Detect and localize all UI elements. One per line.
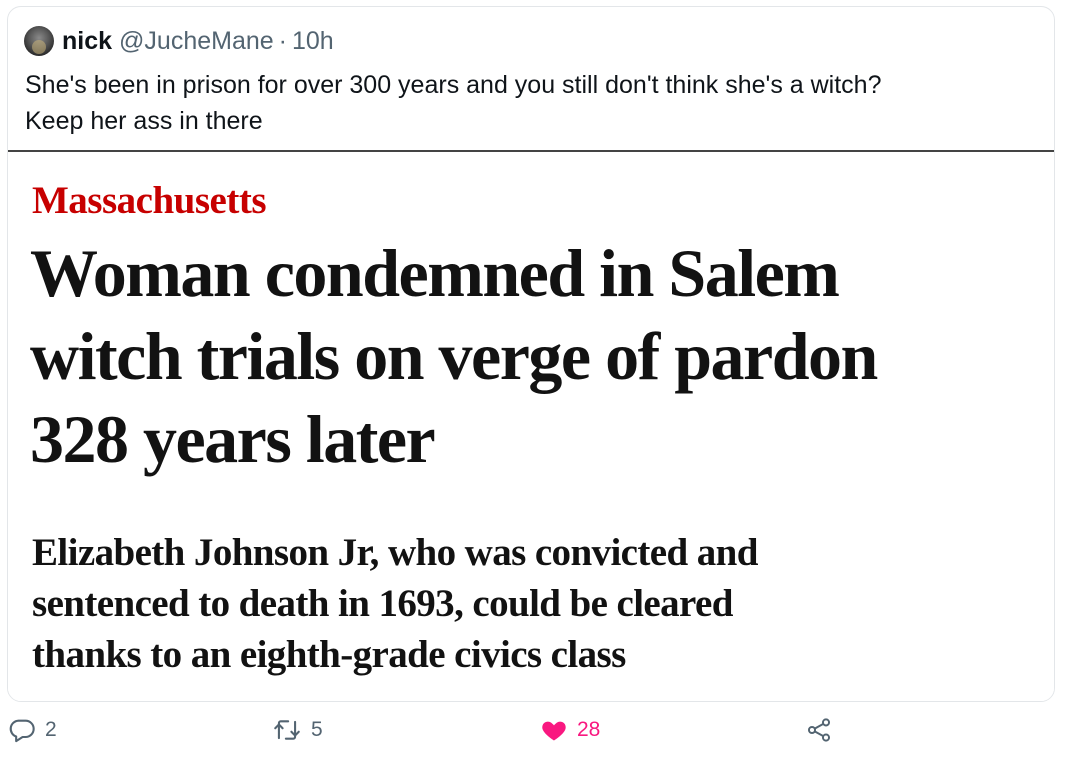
tweet-actions: 2 5 28 <box>0 712 1091 748</box>
tweet-page: nick @JucheMane · 10h She's been in pris… <box>0 0 1091 760</box>
like-count: 28 <box>577 718 601 741</box>
tweet-text: She's been in prison for over 300 years … <box>25 67 1035 139</box>
tweet-timestamp[interactable]: 10h <box>292 27 334 56</box>
retweet-icon <box>272 716 302 744</box>
share-button[interactable] <box>805 712 833 748</box>
heart-icon <box>540 716 568 744</box>
standfirst-line: sentenced to death in 1693, could be cle… <box>32 582 733 625</box>
header-separator: · <box>278 26 287 55</box>
like-button[interactable]: 28 <box>540 712 600 748</box>
headline-line: witch trials on verge of pardon <box>30 318 878 394</box>
tweet-text-line: Keep her ass in there <box>25 107 263 135</box>
tweet-text-line: She's been in prison for over 300 years … <box>25 71 882 99</box>
article-headline: Woman condemned in Salem witch trials on… <box>30 232 1040 481</box>
tweet-card[interactable]: nick @JucheMane · 10h She's been in pris… <box>7 6 1055 702</box>
headline-line: 328 years later <box>30 401 436 477</box>
retweet-button[interactable]: 5 <box>272 712 323 748</box>
share-icon <box>805 716 833 744</box>
tweet-header: nick @JucheMane · 10h <box>24 24 334 58</box>
retweet-count: 5 <box>311 718 323 741</box>
reply-count: 2 <box>45 718 57 741</box>
article-section: Massachusetts <box>32 179 267 222</box>
attached-image[interactable]: Massachusetts Woman condemned in Salem w… <box>8 150 1054 701</box>
reply-button[interactable]: 2 <box>8 712 57 748</box>
author-handle[interactable]: @JucheMane <box>119 27 274 56</box>
standfirst-line: thanks to an eighth-grade civics class <box>32 633 626 676</box>
standfirst-line: Elizabeth Johnson Jr, who was convicted … <box>32 531 758 574</box>
headline-line: Woman condemned in Salem <box>30 235 840 311</box>
avatar[interactable] <box>24 26 54 56</box>
author-display-name[interactable]: nick <box>62 27 112 56</box>
article-standfirst: Elizabeth Johnson Jr, who was convicted … <box>32 527 1032 680</box>
reply-icon <box>8 716 36 744</box>
